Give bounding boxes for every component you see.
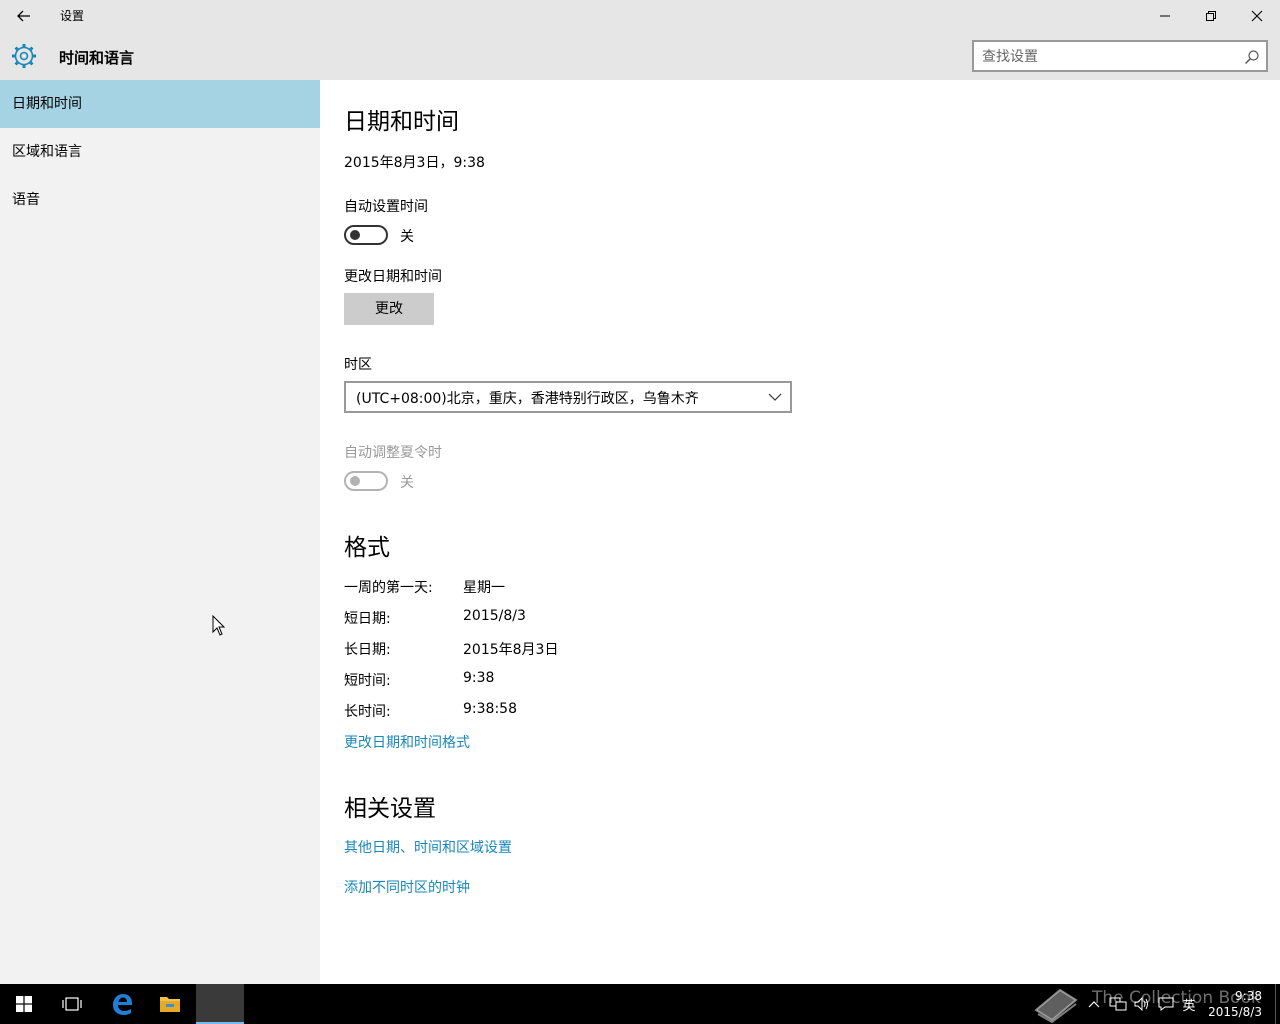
show-hidden-icons-button[interactable] (1084, 984, 1104, 1024)
format-heading: 格式 (344, 535, 390, 561)
message-icon (1158, 997, 1174, 1011)
format-key: 长时间: (344, 704, 391, 720)
action-center-button[interactable] (1154, 984, 1178, 1024)
format-value: 9:38 (463, 670, 495, 686)
page-header: 时间和语言 (0, 32, 1280, 80)
ime-indicator[interactable]: 英 (1178, 984, 1200, 1024)
sidebar-item-date-time[interactable]: 日期和时间 (0, 80, 320, 128)
add-clocks-link[interactable]: 添加不同时区的时钟 (344, 877, 470, 897)
dst-toggle[interactable] (344, 471, 388, 491)
book-watermark-icon (1034, 988, 1078, 1024)
change-datetime-button[interactable]: 更改 (344, 293, 434, 325)
settings-taskbar-button[interactable] (196, 984, 244, 1024)
auto-time-state: 关 (400, 229, 414, 245)
gear-icon (12, 44, 36, 68)
title-bar: 设置 (0, 0, 1280, 32)
chevron-down-icon (768, 393, 782, 401)
format-value: 星期一 (463, 580, 505, 596)
restore-icon (1206, 11, 1216, 21)
task-view-button[interactable] (48, 984, 96, 1024)
search-icon[interactable] (1244, 49, 1260, 65)
date-time-heading: 日期和时间 (344, 109, 459, 135)
format-value: 2015年8月3日 (463, 642, 559, 658)
show-desktop-button[interactable] (1275, 984, 1280, 1024)
clock-time: 9:38 (1235, 989, 1262, 1003)
volume-tray-button[interactable] (1130, 984, 1154, 1024)
timezone-value: (UTC+08:00)北京，重庆，香港特别行政区，乌鲁木齐 (356, 391, 699, 407)
dst-state: 关 (400, 475, 414, 491)
close-icon (1251, 10, 1263, 22)
chevron-up-icon (1088, 1001, 1100, 1008)
toggle-knob (350, 476, 360, 486)
edge-button[interactable] (98, 984, 146, 1024)
volume-icon (1134, 996, 1148, 1012)
current-datetime: 2015年8月3日，9:38 (344, 155, 485, 171)
taskbar: The Collection Book 英 9:38 2015/8/3 (0, 984, 1280, 1024)
change-format-link[interactable]: 更改日期和时间格式 (344, 732, 470, 752)
main-content: 日期和时间 2015年8月3日，9:38 自动设置时间 关 更改日期和时间 更改… (320, 80, 1280, 984)
folder-icon (160, 997, 180, 1012)
sidebar-item-region-language[interactable]: 区域和语言 (0, 128, 320, 176)
toggle-knob (350, 230, 360, 240)
window-title: 设置 (60, 9, 85, 23)
auto-time-label: 自动设置时间 (344, 199, 428, 215)
dst-label: 自动调整夏令时 (344, 445, 442, 461)
auto-time-toggle[interactable] (344, 225, 388, 245)
minimize-button[interactable] (1142, 0, 1188, 32)
start-button[interactable] (0, 984, 48, 1024)
search-input[interactable] (982, 47, 1232, 67)
timezone-select[interactable]: (UTC+08:00)北京，重庆，香港特别行政区，乌鲁木齐 (344, 381, 792, 413)
windows-logo-icon (16, 996, 32, 1012)
additional-settings-link[interactable]: 其他日期、时间和区域设置 (344, 837, 512, 857)
close-button[interactable] (1234, 0, 1280, 32)
format-key: 一周的第一天: (344, 580, 433, 596)
search-box[interactable] (972, 40, 1268, 72)
format-value: 2015/8/3 (463, 608, 526, 624)
related-heading: 相关设置 (344, 796, 436, 822)
format-value: 9:38:58 (463, 701, 517, 717)
sidebar: 日期和时间 区域和语言 语音 (0, 80, 320, 984)
edge-icon (113, 994, 132, 1015)
timezone-label: 时区 (344, 357, 372, 373)
section-title: 时间和语言 (59, 49, 135, 67)
restore-button[interactable] (1188, 0, 1234, 32)
back-button[interactable] (8, 0, 40, 32)
format-key: 短日期: (344, 611, 391, 627)
back-arrow-icon (17, 10, 30, 22)
network-icon (1109, 997, 1127, 1011)
task-view-icon (62, 997, 82, 1011)
format-key: 短时间: (344, 673, 391, 689)
network-tray-button[interactable] (1106, 984, 1130, 1024)
mouse-cursor-icon (212, 615, 226, 636)
minimize-icon (1160, 15, 1170, 17)
format-key: 长日期: (344, 642, 391, 658)
sidebar-item-speech[interactable]: 语音 (0, 176, 320, 224)
change-datetime-label: 更改日期和时间 (344, 269, 442, 285)
file-explorer-button[interactable] (146, 984, 194, 1024)
taskbar-clock[interactable]: 9:38 2015/8/3 (1208, 988, 1262, 1020)
clock-date: 2015/8/3 (1208, 1005, 1262, 1019)
